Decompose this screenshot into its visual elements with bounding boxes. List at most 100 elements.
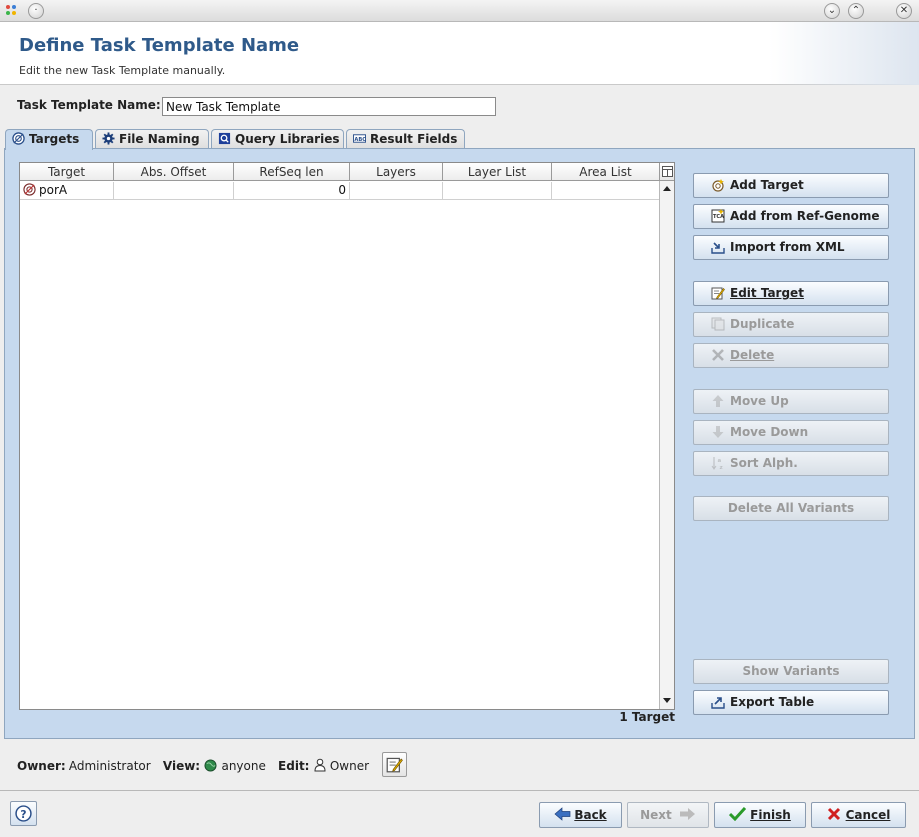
window-menu-icon[interactable]: · [28, 3, 44, 19]
page-title: Define Task Template Name [19, 35, 300, 56]
svg-text:a: a [718, 458, 722, 464]
export-icon [711, 697, 725, 709]
ownership-info: Owner: Administrator View: anyone Edit: … [17, 758, 369, 773]
template-name-input[interactable] [162, 97, 496, 116]
tab-label: File Naming [119, 132, 200, 146]
target-icon [12, 132, 25, 145]
arrow-up-icon [712, 395, 724, 407]
column-header-abs-offset[interactable]: Abs. Offset [114, 163, 234, 181]
arrow-right-icon [679, 808, 695, 820]
svg-text:TCA: TCA [713, 214, 724, 220]
column-header-area-list[interactable]: Area List [552, 163, 659, 181]
checkmark-icon [729, 806, 747, 822]
edit-permissions-button[interactable] [382, 752, 407, 777]
cell-target: porA [20, 182, 114, 200]
export-table-button[interactable]: Export Table [693, 690, 889, 715]
add-target-label: Add Target [730, 178, 804, 192]
move-down-label: Move Down [730, 425, 809, 439]
table-row[interactable]: porA 0 [20, 182, 659, 200]
move-down-button[interactable]: Move Down [693, 420, 889, 445]
next-button[interactable]: Next [627, 802, 709, 828]
cancel-label: Cancel [845, 808, 891, 822]
wizard-header: Define Task Template Name Edit the new T… [0, 22, 919, 85]
table-header: Target Abs. Offset RefSeq len Layers Lay… [20, 163, 659, 181]
duplicate-button[interactable]: Duplicate [693, 312, 889, 337]
cancel-x-icon [827, 807, 840, 821]
tab-label: Query Libraries [235, 132, 340, 146]
arrow-left-icon [554, 807, 571, 821]
column-header-layer-list[interactable]: Layer List [443, 163, 552, 181]
target-name: porA [39, 183, 68, 197]
query-icon [218, 132, 231, 145]
sort-alpha-icon: az [711, 457, 723, 470]
arrow-down-icon [712, 426, 724, 438]
window-titlebar: · ⌄ ⌃ ✕ [0, 0, 919, 22]
import-from-xml-button[interactable]: Import from XML [693, 235, 889, 260]
cell-area-list [552, 182, 659, 200]
cancel-button[interactable]: Cancel [811, 802, 906, 828]
column-header-refseq-len[interactable]: RefSeq len [234, 163, 350, 181]
close-icon[interactable]: ✕ [896, 3, 912, 19]
duplicate-icon [711, 317, 725, 331]
add-from-ref-genome-button[interactable]: TCA Add from Ref-Genome [693, 204, 889, 229]
sort-alphabetical-label: Sort Alph. [730, 456, 798, 470]
owner-value: Administrator [68, 759, 151, 773]
vertical-scrollbar[interactable] [659, 181, 674, 709]
move-up-button[interactable]: Move Up [693, 389, 889, 414]
scroll-up-icon[interactable] [663, 186, 671, 191]
delete-button[interactable]: Delete [693, 343, 889, 368]
target-count: 1 Target [619, 710, 675, 724]
user-icon [314, 758, 326, 772]
edit-icon [711, 287, 725, 300]
minimize-icon[interactable]: ⌄ [824, 3, 840, 19]
delete-all-variants-button[interactable]: Delete All Variants [693, 496, 889, 521]
edit-target-button[interactable]: Edit Target [693, 281, 889, 306]
cell-layers [350, 182, 443, 200]
footer-divider [0, 790, 919, 791]
back-button[interactable]: Back [539, 802, 622, 828]
move-up-label: Move Up [730, 394, 789, 408]
export-table-label: Export Table [730, 695, 815, 709]
import-icon [711, 242, 725, 254]
edit-label: Edit: [278, 759, 310, 773]
tab-label: Result Fields [370, 132, 458, 146]
import-from-xml-label: Import from XML [730, 240, 845, 254]
column-header-target[interactable]: Target [20, 163, 114, 181]
tab-targets[interactable]: Targets [5, 129, 93, 150]
targets-table: Target Abs. Offset RefSeq len Layers Lay… [19, 162, 675, 710]
delete-label: Delete [730, 348, 775, 362]
column-chooser-icon[interactable] [659, 163, 674, 181]
gear-icon [102, 132, 115, 145]
add-target-button[interactable]: Add Target [693, 173, 889, 198]
tab-file-naming[interactable]: File Naming [95, 129, 209, 149]
maximize-icon[interactable]: ⌃ [848, 3, 864, 19]
sort-alphabetical-button[interactable]: a z Sort Alph. [693, 451, 889, 476]
view-label: View: [162, 759, 201, 773]
view-value: anyone [221, 759, 266, 773]
edit-value: Owner [329, 759, 370, 773]
scroll-down-icon[interactable] [663, 698, 671, 703]
target-icon [23, 183, 36, 196]
show-variants-button[interactable]: Show Variants [693, 659, 889, 684]
svg-text:ABC: ABC [354, 137, 366, 143]
edit-icon [386, 757, 403, 773]
finish-label: Finish [750, 808, 791, 822]
tab-query-libraries[interactable]: Query Libraries [211, 129, 344, 149]
column-header-layers[interactable]: Layers [350, 163, 443, 181]
add-target-icon [712, 179, 724, 192]
tab-label: Targets [29, 132, 80, 146]
tab-result-fields[interactable]: ABC Result Fields [346, 129, 465, 149]
finish-button[interactable]: Finish [714, 802, 806, 828]
help-button[interactable]: ? [10, 801, 37, 826]
page-subtitle: Edit the new Task Template manually. [19, 64, 226, 77]
delete-icon [712, 349, 724, 361]
cell-layer-list [443, 182, 552, 200]
owner-label: Owner: [17, 759, 66, 773]
help-icon: ? [15, 805, 32, 822]
template-name-label: Task Template Name: [17, 98, 161, 112]
cell-abs-offset [114, 182, 234, 200]
header-decoration [769, 22, 919, 85]
globe-icon [204, 759, 217, 772]
edit-target-label: Edit Target [730, 286, 804, 300]
svg-text:?: ? [20, 808, 26, 821]
